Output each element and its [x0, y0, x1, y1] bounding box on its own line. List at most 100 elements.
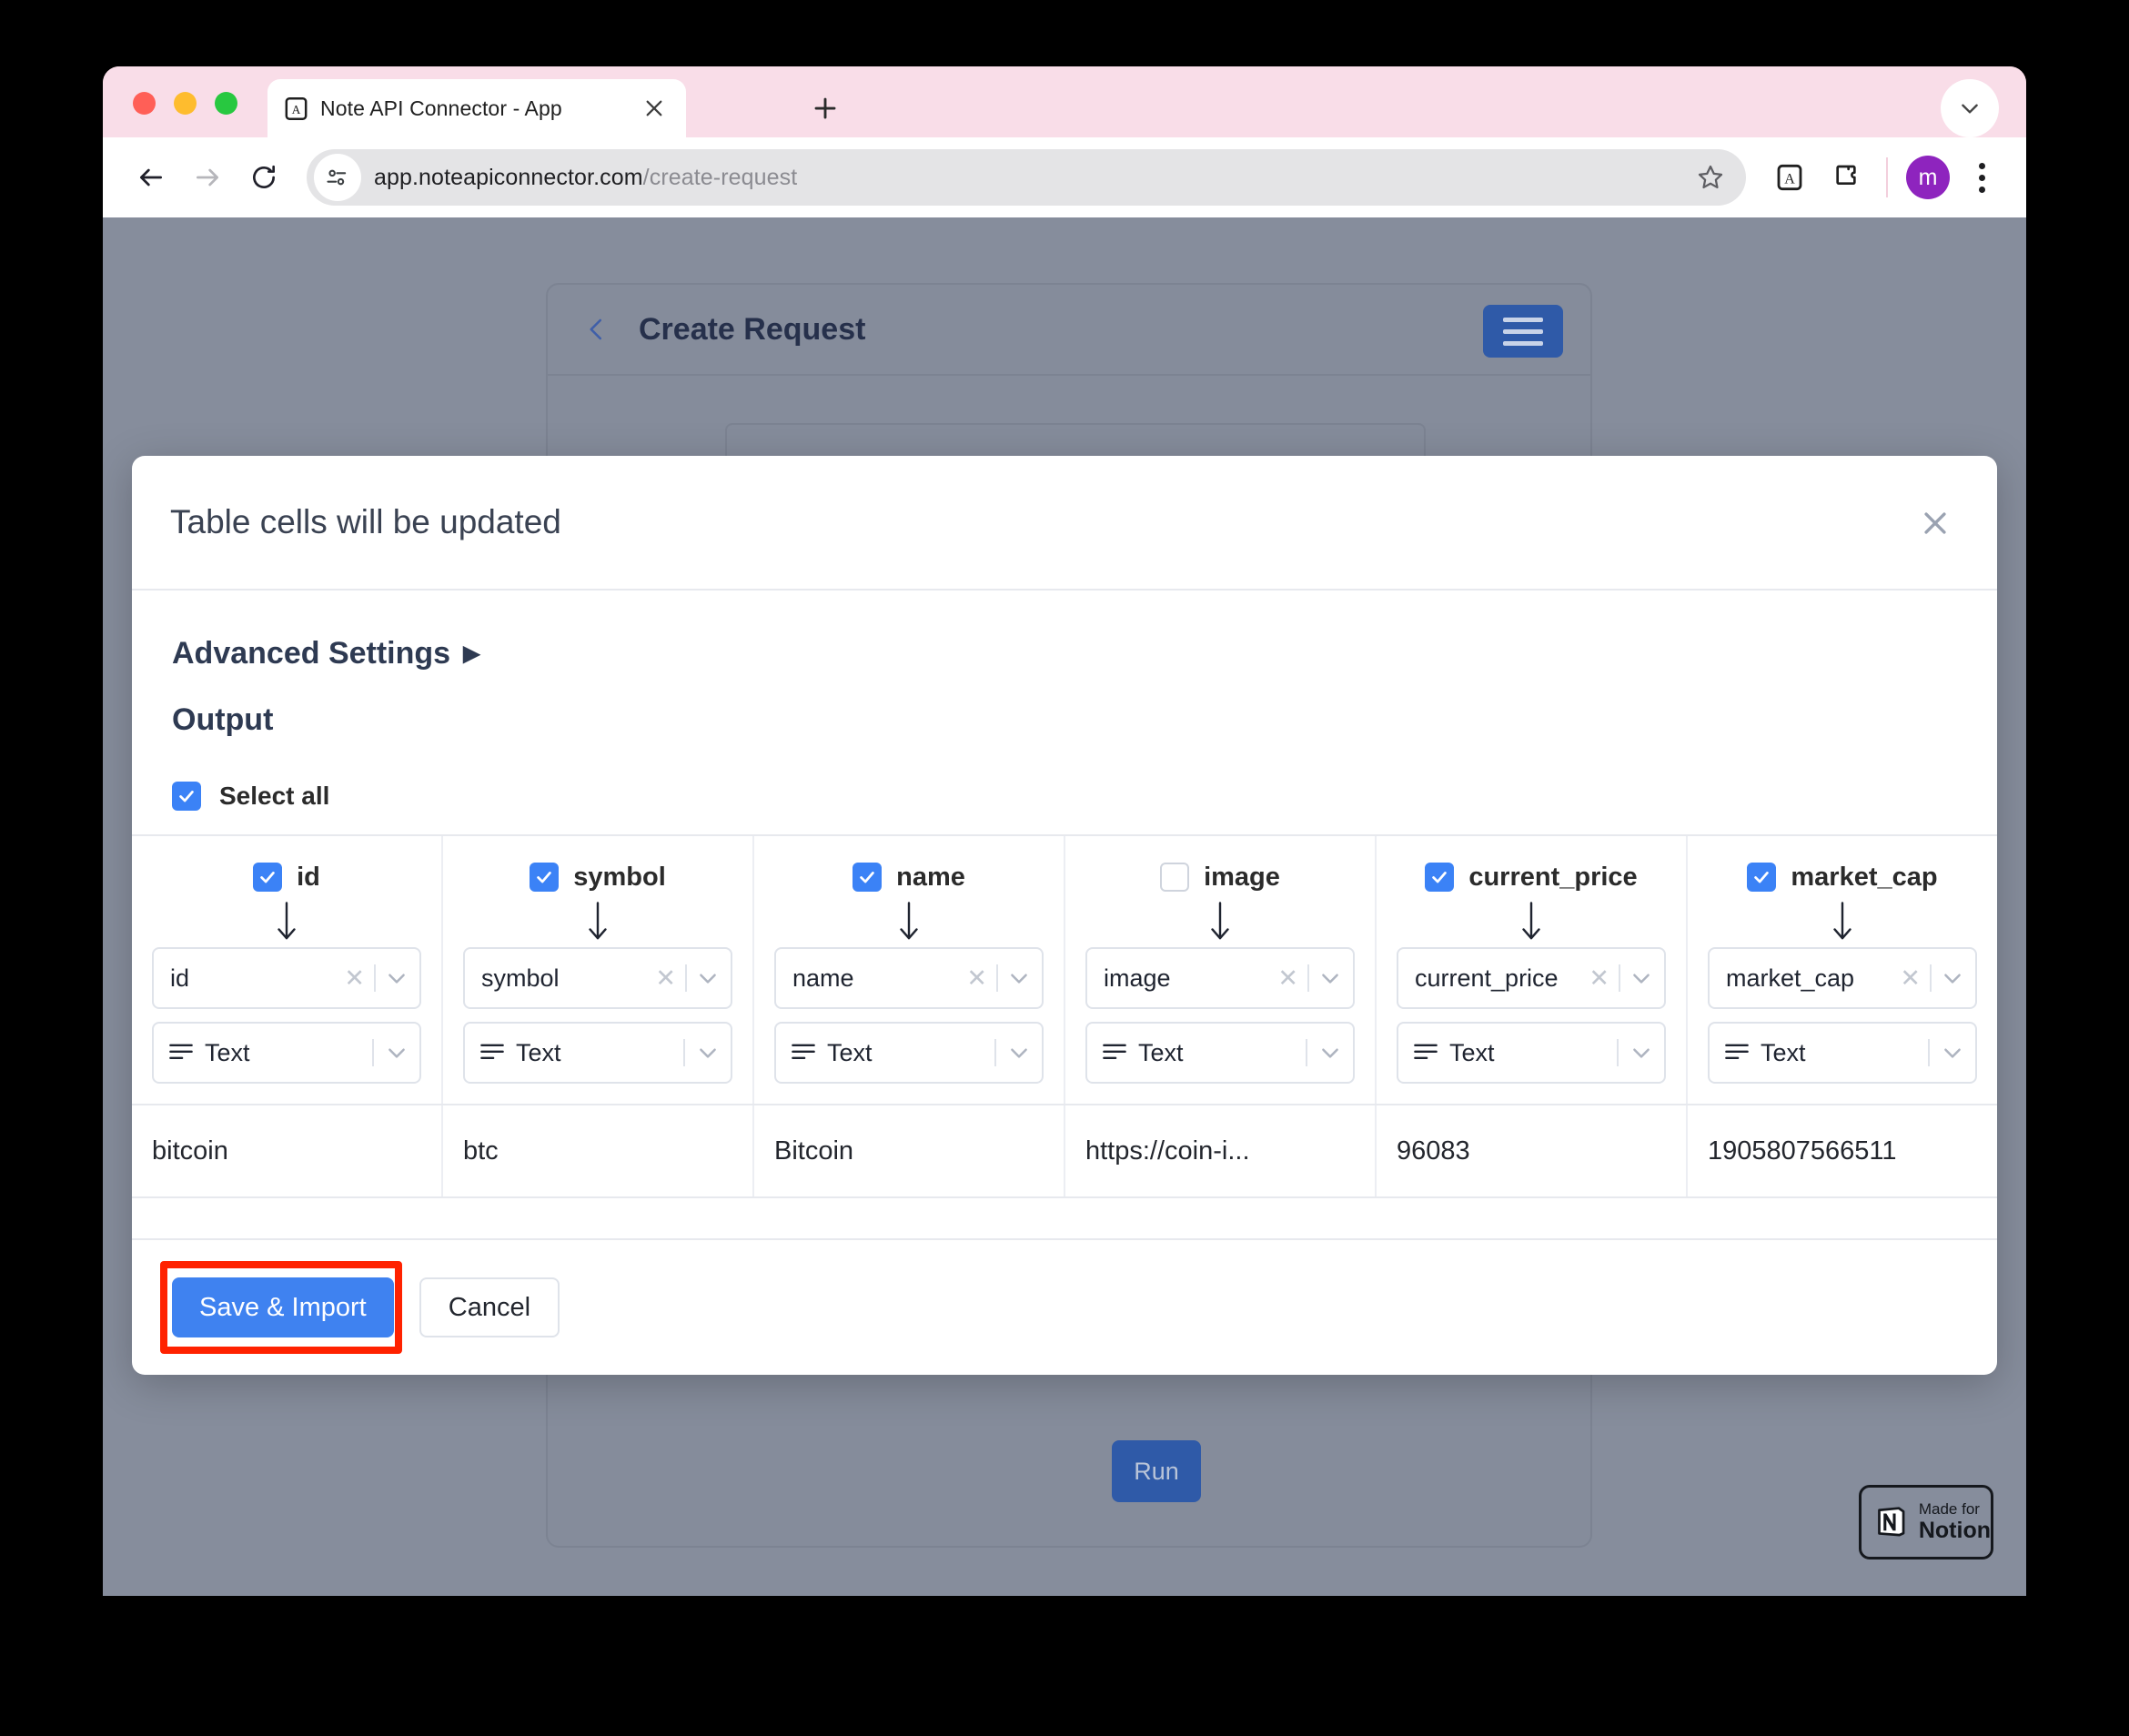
divider	[683, 1039, 685, 1066]
divider	[994, 1039, 996, 1066]
column-type-select-market_cap[interactable]: Text	[1708, 1022, 1977, 1084]
column-type-select-image[interactable]: Text	[1085, 1022, 1355, 1084]
table-cell: https://coin-i...	[1065, 1105, 1377, 1196]
text-lines-icon	[479, 1042, 505, 1064]
divider	[685, 964, 687, 992]
select-all-row[interactable]: Select all	[132, 782, 1997, 811]
chevron-down-icon[interactable]	[1630, 966, 1653, 990]
x-clear-icon[interactable]: ✕	[344, 964, 365, 993]
column-mapping-value: id	[170, 964, 190, 992]
column-mapping-select-market_cap[interactable]: market_cap ✕	[1708, 947, 1977, 1009]
star-icon[interactable]	[1688, 155, 1733, 200]
column-name-label: name	[896, 862, 965, 892]
cancel-button[interactable]: Cancel	[419, 1277, 560, 1337]
minimize-window-button[interactable]	[174, 92, 197, 115]
text-lines-icon	[1724, 1042, 1750, 1064]
chevron-down-icon[interactable]	[1007, 966, 1031, 990]
chevron-down-icon[interactable]	[1318, 966, 1342, 990]
modal-header: Table cells will be updated	[132, 456, 1997, 590]
chevron-down-icon[interactable]	[696, 966, 720, 990]
puzzle-piece-icon[interactable]	[1821, 152, 1872, 203]
notion-app-icon: A	[284, 96, 308, 121]
column-checkbox-image[interactable]	[1160, 863, 1190, 892]
page-info-icon[interactable]	[314, 154, 361, 201]
x-clear-icon[interactable]: ✕	[655, 964, 676, 993]
notion-label: Notion	[1918, 1518, 1991, 1544]
advanced-settings-toggle[interactable]: Advanced Settings ▶	[132, 636, 1997, 671]
chevron-down-icon[interactable]	[1941, 966, 1964, 990]
chevron-down-icon[interactable]	[1941, 79, 1999, 137]
notion-app-icon[interactable]: A	[1764, 152, 1815, 203]
x-clear-icon[interactable]: ✕	[1277, 964, 1298, 993]
column-mapping-select-id[interactable]: id ✕	[152, 947, 421, 1009]
reload-icon[interactable]	[236, 149, 292, 206]
plus-icon[interactable]	[803, 86, 847, 130]
tab-strip: A Note API Connector - App	[103, 66, 2026, 137]
chevron-left-icon[interactable]	[579, 311, 615, 348]
column-name-label: current_price	[1468, 862, 1638, 892]
three-dots-menu-icon[interactable]	[1957, 153, 2006, 202]
column-type-select-symbol[interactable]: Text	[463, 1022, 732, 1084]
text-lines-icon	[1413, 1042, 1438, 1064]
chevron-down-icon[interactable]	[385, 1041, 409, 1065]
column-mapping-select-symbol[interactable]: symbol ✕	[463, 947, 732, 1009]
chevron-down-icon[interactable]	[1941, 1041, 1964, 1065]
divider	[1928, 1039, 1930, 1066]
divider	[1930, 964, 1932, 992]
triangle-right-icon: ▶	[463, 641, 480, 666]
text-lines-icon	[168, 1042, 194, 1064]
column-type-select-current_price[interactable]: Text	[1397, 1022, 1666, 1084]
chevron-down-icon[interactable]	[385, 966, 409, 990]
close-icon[interactable]	[639, 93, 670, 124]
column-checkbox-id[interactable]	[253, 863, 283, 892]
browser-toolbar: app.noteapiconnector.com/create-request …	[103, 137, 2026, 217]
column-type-select-name[interactable]: Text	[774, 1022, 1044, 1084]
chevron-down-icon[interactable]	[1318, 1041, 1342, 1065]
address-bar-url: app.noteapiconnector.com/create-request	[374, 165, 797, 191]
column-checkbox-name[interactable]	[853, 863, 883, 892]
x-clear-icon[interactable]: ✕	[1900, 964, 1921, 993]
divider	[1306, 1039, 1307, 1066]
maximize-window-button[interactable]	[215, 92, 237, 115]
down-arrow-icon	[584, 896, 611, 947]
browser-tab[interactable]: A Note API Connector - App	[267, 79, 686, 137]
column-checkbox-symbol[interactable]	[530, 863, 560, 892]
address-bar[interactable]: app.noteapiconnector.com/create-request	[307, 149, 1746, 206]
column-mapping-select-current_price[interactable]: current_price ✕	[1397, 947, 1666, 1009]
select-all-label: Select all	[219, 782, 330, 810]
x-clear-icon[interactable]: ✕	[966, 964, 987, 993]
column-mapping-select-name[interactable]: name ✕	[774, 947, 1044, 1009]
advanced-settings-label: Advanced Settings	[172, 636, 451, 671]
divider	[1617, 1039, 1619, 1066]
x-clear-icon[interactable]: ✕	[1589, 964, 1609, 993]
column-mapping-value: image	[1104, 964, 1171, 992]
column-mapping-select-image[interactable]: image ✕	[1085, 947, 1355, 1009]
column-header: id	[253, 858, 320, 896]
create-request-header: Create Request	[548, 285, 1590, 376]
page-title: Create Request	[639, 311, 866, 347]
run-button[interactable]: Run	[1112, 1440, 1201, 1502]
output-columns-grid: id id ✕ Text symbol symbol ✕ Text name n…	[132, 834, 1997, 1104]
chevron-down-icon[interactable]	[696, 1041, 720, 1065]
back-arrow-icon[interactable]	[123, 149, 179, 206]
made-for-notion-badge: Made for Notion	[1859, 1485, 1993, 1559]
chevron-down-icon[interactable]	[1007, 1041, 1031, 1065]
column-type-select-id[interactable]: Text	[152, 1022, 421, 1084]
close-icon[interactable]	[1913, 501, 1957, 545]
table-cell: Bitcoin	[754, 1105, 1065, 1196]
column-checkbox-current_price[interactable]	[1425, 863, 1455, 892]
close-window-button[interactable]	[133, 92, 156, 115]
avatar[interactable]: m	[1906, 156, 1950, 199]
select-all-checkbox[interactable]	[172, 782, 201, 811]
notion-logo-icon	[1878, 1507, 1905, 1537]
column-type-value: Text	[205, 1038, 250, 1066]
chevron-down-icon[interactable]	[1630, 1041, 1653, 1065]
save-import-button[interactable]: Save & Import	[172, 1277, 394, 1337]
column-checkbox-market_cap[interactable]	[1747, 863, 1777, 892]
hamburger-menu-icon[interactable]	[1483, 305, 1563, 358]
forward-arrow-icon[interactable]	[179, 149, 236, 206]
column-mapping-value: market_cap	[1726, 964, 1855, 992]
output-column: image image ✕ Text	[1065, 836, 1377, 1104]
output-column: market_cap market_cap ✕ Text	[1688, 836, 1997, 1104]
column-type-value: Text	[1761, 1038, 1806, 1066]
